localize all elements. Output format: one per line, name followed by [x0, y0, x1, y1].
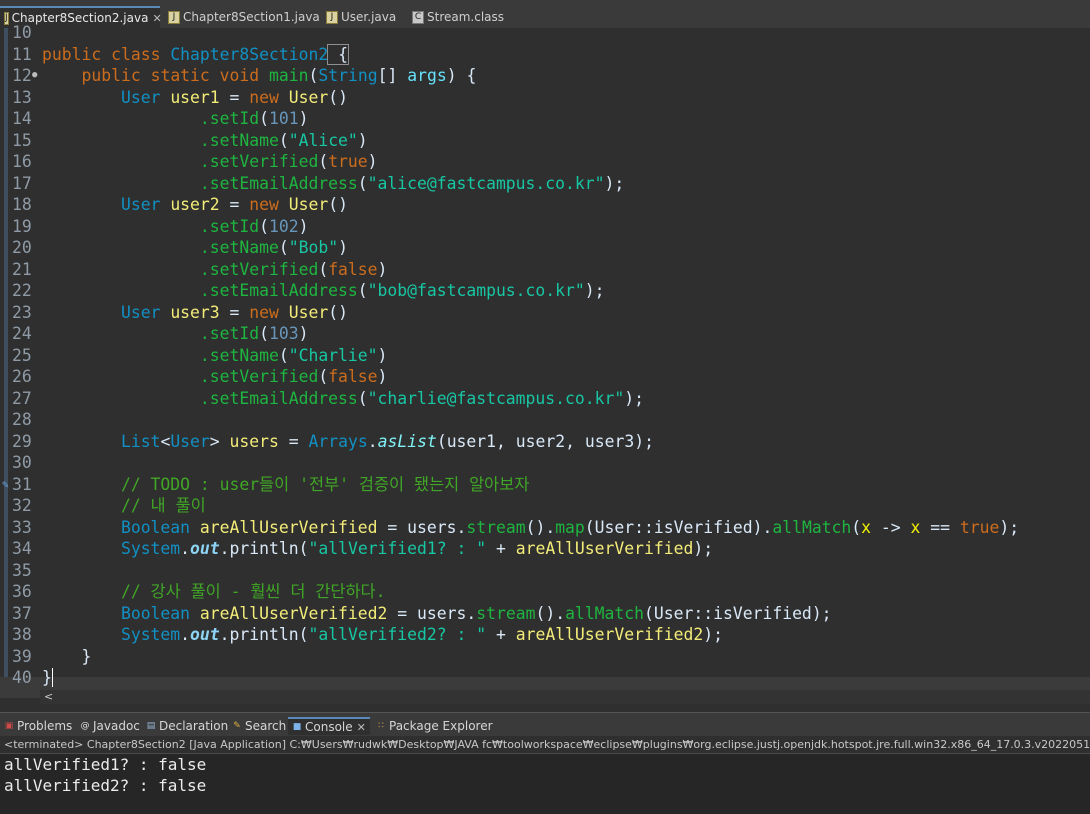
line-number: 20 [12, 238, 32, 257]
code-line: 11 public class Chapter8Section2 { [12, 43, 349, 65]
problems-icon: ▣ [4, 721, 14, 731]
line-number: 36 [12, 582, 32, 601]
code-line: 29 List<User> users = Arrays.asList(user… [12, 431, 654, 451]
task-marker-icon[interactable]: ✎ [2, 474, 9, 496]
code-line: 23 User user3 = new User() [12, 302, 348, 322]
code-line: 10 [0, 22, 1090, 44]
line-number: 10 [12, 23, 32, 42]
console-line: allVerified1? : false [4, 755, 207, 774]
tab-console[interactable]: ■ Console ✕ [288, 717, 370, 735]
line-number: 16 [12, 152, 32, 171]
code-line: 25 .setName("Charlie") [12, 345, 388, 365]
code-line: 39 } [12, 646, 92, 666]
code-line: 17 .setEmailAddress("alice@fastcampus.co… [12, 173, 625, 193]
line-number: 35 [12, 560, 32, 580]
code-line: 18 User user2 = new User() [12, 195, 348, 214]
line-number: 25 [12, 345, 32, 365]
line-number: 40 [12, 668, 32, 687]
search-icon: ✎ [233, 721, 241, 731]
panel-tab-bar: ▣ Problems @ Javadoc ▤ Declaration ✎ Sea… [0, 712, 1090, 737]
code-line: 26 .setVerified(false) [12, 367, 388, 386]
code-line: 16 .setVerified(true) [12, 152, 378, 171]
close-icon[interactable]: ✕ [357, 721, 366, 734]
code-line: 30 [0, 452, 1090, 474]
line-number: 38 [12, 625, 32, 644]
line-number: 12 [12, 65, 40, 87]
declaration-icon: ▤ [146, 721, 156, 731]
line-number: 13 [12, 87, 32, 107]
tab-problems[interactable]: ▣ Problems [0, 717, 73, 735]
console-status-line: <terminated> Chapter8Section2 [Java Appl… [0, 736, 1090, 754]
line-number: 21 [12, 259, 32, 279]
line-number: 33 [12, 517, 32, 537]
tab-javadoc[interactable]: @ Javadoc [76, 717, 140, 735]
line-number: 27 [12, 388, 32, 408]
console-line: allVerified2? : false [4, 776, 207, 795]
code-line: 24 .setId(103) [12, 324, 309, 343]
code-line: 32 // 내 풀이 [12, 496, 206, 515]
line-number: 23 [12, 302, 32, 322]
line-number: 39 [12, 646, 32, 666]
code-line: 40} [12, 668, 53, 687]
code-line: 20 .setName("Bob") [12, 238, 348, 257]
code-line: 37 Boolean areAllUserVerified2 = users.s… [12, 603, 832, 623]
code-line: 15 .setName("Alice") [12, 130, 368, 150]
line-number: 11 [12, 44, 32, 64]
code-editor[interactable]: 10 11 public class Chapter8Section2 { 12 … [0, 23, 1090, 698]
tab-label: Package Explorer [389, 719, 493, 733]
code-line: 12 public static void main(String[] args… [0, 65, 1090, 87]
code-line: 14 .setId(101) [12, 109, 309, 128]
line-number: 30 [12, 453, 32, 472]
line-number: 15 [12, 130, 32, 150]
code-line: 21 .setVerified(false) [12, 259, 388, 279]
tab-label: Declaration [159, 719, 229, 733]
line-number: 28 [12, 410, 32, 429]
code-line: 22 .setEmailAddress("bob@fastcampus.co.k… [12, 281, 605, 300]
code-line: 33 Boolean areAllUserVerified = users.st… [12, 517, 1020, 537]
code-line: 35 [0, 560, 1090, 582]
line-number: 37 [12, 603, 32, 623]
horizontal-scrollbar[interactable]: < [40, 690, 1090, 704]
line-number: 17 [12, 173, 32, 193]
tab-label: Search [245, 719, 287, 733]
code-line: 36 // 강사 풀이 - 훨씬 더 간단하다. [12, 582, 386, 601]
package-explorer-icon: ∷ [378, 721, 384, 731]
console-icon: ■ [292, 722, 302, 732]
code-line: 13 User user1 = new User() [12, 87, 348, 107]
line-number: 31 [12, 474, 32, 494]
code-line: 34 System.out.println("allVerified1? : "… [12, 539, 714, 558]
line-number: 26 [12, 367, 32, 386]
javadoc-icon: @ [80, 721, 90, 731]
code-line: 19 .setId(102) [12, 216, 309, 236]
tab-package-explorer[interactable]: ∷ Package Explorer [372, 717, 493, 735]
line-number: 24 [12, 324, 32, 343]
scroll-left-icon[interactable]: < [44, 690, 53, 703]
code-line: 27 .setEmailAddress("charlie@fastcampus.… [12, 388, 644, 408]
code-line: 28 [0, 409, 1090, 431]
tab-label: Console [305, 720, 353, 734]
console-output[interactable]: allVerified1? : false allVerified2? : fa… [0, 754, 1090, 814]
code-line: ✎ 31 // TODO : user들이 '전부' 검증이 됐는지 알아보자 [2, 474, 530, 496]
tab-label: Problems [17, 719, 73, 733]
tab-search[interactable]: ✎ Search [228, 717, 286, 735]
line-number: 34 [12, 539, 32, 558]
tab-label: Javadoc [93, 719, 140, 733]
line-number: 18 [12, 195, 32, 214]
code-line: 38 System.out.println("allVerified2? : "… [12, 625, 723, 644]
line-number: 19 [12, 216, 32, 236]
tab-declaration[interactable]: ▤ Declaration [142, 717, 228, 735]
line-number: 32 [12, 496, 32, 515]
line-number: 29 [12, 431, 32, 451]
line-number: 14 [12, 109, 32, 128]
line-number: 22 [12, 281, 32, 300]
